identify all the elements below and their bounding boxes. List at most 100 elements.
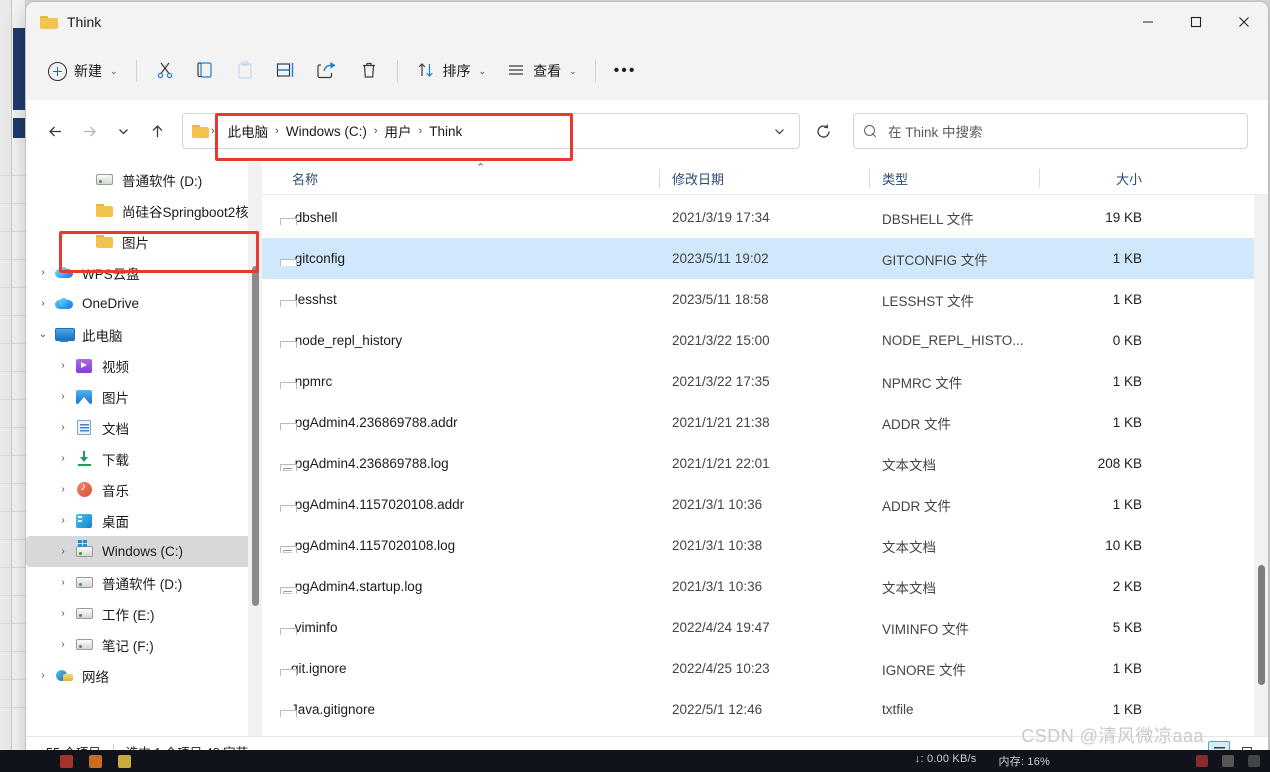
- file-list-scrollbar[interactable]: [1254, 195, 1268, 736]
- minimize-button[interactable]: [1124, 2, 1172, 42]
- sidebar-scrollbar-thumb[interactable]: [252, 266, 259, 606]
- tree-twisty-icon[interactable]: ›: [52, 515, 74, 526]
- table-row[interactable]: .dbshell 2021/3/19 17:34 DBSHELL 文件 19 KB: [262, 197, 1268, 238]
- table-row[interactable]: .lesshst 2023/5/11 18:58 LESSHST 文件 1 KB: [262, 279, 1268, 320]
- new-button[interactable]: 新建 ⌄: [38, 53, 128, 89]
- sidebar-item-15[interactable]: › 笔记 (F:): [26, 629, 256, 660]
- tree-twisty-icon[interactable]: ›: [52, 484, 74, 495]
- table-row[interactable]: .pgAdmin4.1157020108.addr 2021/3/1 10:36 A…: [262, 484, 1268, 525]
- tree-twisty-icon[interactable]: ›: [52, 422, 74, 433]
- sidebar-item-4[interactable]: › OneDrive: [26, 288, 256, 319]
- sidebar-item-6[interactable]: › 视频: [26, 350, 256, 381]
- address-history-chevron-icon[interactable]: [765, 117, 793, 145]
- tree-twisty-icon[interactable]: ›: [52, 391, 74, 402]
- address-bar[interactable]: › 此电脑 › Windows (C:) › 用户 › Think: [182, 113, 800, 149]
- view-button-label: 查看: [533, 63, 562, 79]
- table-row[interactable]: .pgAdmin4.236869788.log 2021/1/21 22:01 文本…: [262, 443, 1268, 484]
- forward-button[interactable]: [72, 114, 106, 148]
- maximize-button[interactable]: [1172, 2, 1220, 42]
- tree-twisty-icon[interactable]: ›: [52, 453, 74, 464]
- tree-twisty-icon[interactable]: ›: [32, 670, 54, 681]
- column-header-1[interactable]: 修改日期: [660, 162, 870, 195]
- videos-icon: [74, 358, 94, 373]
- sidebar-item-label: OneDrive: [82, 296, 140, 311]
- file-size-cell: 2 KB: [1112, 579, 1142, 594]
- sort-ascending-icon: ⌃: [476, 161, 486, 174]
- tray-icon-1[interactable]: [1196, 755, 1208, 767]
- sidebar-item-9[interactable]: › 下载: [26, 443, 256, 474]
- sidebar-item-10[interactable]: › 音乐: [26, 474, 256, 505]
- search-input[interactable]: 在 Think 中搜索: [888, 121, 983, 141]
- sidebar-item-14[interactable]: › 工作 (E:): [26, 598, 256, 629]
- up-button[interactable]: [140, 114, 174, 148]
- sort-button[interactable]: 排序 ⌄: [406, 53, 497, 89]
- sidebar-scrollbar[interactable]: [248, 162, 262, 736]
- tree-twisty-icon[interactable]: ›: [52, 546, 74, 557]
- column-header-0[interactable]: 名称 ⌃: [280, 162, 660, 195]
- column-header-2[interactable]: 类型: [870, 162, 1040, 195]
- file-name-cell: .lesshst: [280, 292, 660, 307]
- sidebar-item-8[interactable]: › 文档: [26, 412, 256, 443]
- table-row[interactable]: .viminfo 2022/4/24 19:47 VIMINFO 文件 5 KB: [262, 607, 1268, 648]
- tray-icon-2[interactable]: [1222, 755, 1234, 767]
- tree-twisty-icon[interactable]: ›: [52, 608, 74, 619]
- table-row[interactable]: git.ignore 2022/4/25 10:23 IGNORE 文件 1 KB: [262, 648, 1268, 689]
- sidebar-item-5[interactable]: ⌄ 此电脑: [26, 319, 256, 350]
- tree-twisty-icon[interactable]: ›: [52, 360, 74, 371]
- tree-twisty-icon[interactable]: ›: [32, 298, 54, 309]
- sidebar-item-12[interactable]: › Windows (C:): [26, 536, 256, 567]
- sidebar-item-0[interactable]: 普通软件 (D:): [26, 164, 256, 195]
- sidebar-item-2[interactable]: 图片: [26, 226, 256, 257]
- table-row[interactable]: .npmrc 2021/3/22 17:35 NPMRC 文件 1 KB: [262, 361, 1268, 402]
- back-button[interactable]: [38, 114, 72, 148]
- file-size-cell: 1 KB: [1112, 374, 1142, 389]
- sidebar-item-11[interactable]: › 桌面: [26, 505, 256, 536]
- search-box[interactable]: 在 Think 中搜索: [853, 113, 1248, 149]
- more-options-button[interactable]: •••: [604, 53, 647, 89]
- cut-button[interactable]: [145, 53, 185, 89]
- file-name-cell: .gitconfig: [280, 251, 660, 266]
- file-list-scrollbar-thumb[interactable]: [1258, 565, 1265, 685]
- table-row[interactable]: .pgAdmin4.startup.log 2021/3/1 10:36 文本文档 2…: [262, 566, 1268, 607]
- sidebar-item-3[interactable]: › WPS云盘: [26, 257, 256, 288]
- file-name-cell: .pgAdmin4.236869788.log: [280, 456, 660, 471]
- tree-twisty-icon[interactable]: ›: [52, 639, 74, 650]
- tree-twisty-icon[interactable]: ›: [52, 577, 74, 588]
- table-row[interactable]: .pgAdmin4.1157020108.log 2021/3/1 10:38 文本…: [262, 525, 1268, 566]
- table-row[interactable]: Java.gitignore 2022/5/1 12:46 txtfile 1 KB: [262, 689, 1268, 730]
- taskbar-icon-1[interactable]: [60, 754, 73, 768]
- copy-button[interactable]: [185, 53, 225, 89]
- paste-button[interactable]: [225, 53, 265, 89]
- sidebar-item-1[interactable]: 尚硅谷Springboot2核心: [26, 195, 256, 226]
- view-button[interactable]: 查看 ⌄: [496, 53, 587, 89]
- close-button[interactable]: [1220, 2, 1268, 42]
- table-row[interactable]: .pgAdmin4.236869788.addr 2021/1/21 21:38 A…: [262, 402, 1268, 443]
- sidebar-item-7[interactable]: › 图片: [26, 381, 256, 412]
- recent-locations-button[interactable]: [106, 114, 140, 148]
- chevron-down-icon: ⌄: [569, 65, 577, 76]
- tree-twisty-icon[interactable]: ›: [32, 267, 54, 278]
- taskbar-icon-3[interactable]: [118, 754, 131, 768]
- table-row[interactable]: .gitconfig 2023/5/11 19:02 GITCONFIG 文件 1 K…: [262, 238, 1268, 279]
- breadcrumb-item-3[interactable]: Think: [424, 122, 467, 141]
- table-row[interactable]: .node_repl_history 2021/3/22 15:00 NODE_RE…: [262, 320, 1268, 361]
- file-type-cell: IGNORE 文件: [882, 662, 967, 678]
- tray-icon-3[interactable]: [1248, 755, 1260, 767]
- breadcrumb-item-0[interactable]: 此电脑: [223, 119, 274, 143]
- delete-button[interactable]: [349, 53, 389, 89]
- copy-icon: [195, 60, 215, 83]
- taskbar-icon-2[interactable]: [89, 754, 102, 768]
- tree-twisty-icon[interactable]: ⌄: [32, 329, 54, 340]
- ellipsis-icon: •••: [613, 62, 637, 79]
- breadcrumb-item-2[interactable]: 用户: [380, 119, 417, 143]
- breadcrumb-separator-1: ›: [373, 125, 378, 137]
- refresh-button[interactable]: [806, 114, 840, 148]
- breadcrumb-item-1[interactable]: Windows (C:): [281, 122, 372, 141]
- file-type-cell: txtfile: [882, 702, 914, 717]
- sidebar-item-13[interactable]: › 普通软件 (D:): [26, 567, 256, 598]
- sidebar-item-16[interactable]: › 网络: [26, 660, 256, 691]
- column-header-3[interactable]: 大小: [1040, 162, 1160, 195]
- sidebar-item-label: 笔记 (F:): [102, 638, 154, 654]
- share-button[interactable]: [307, 53, 349, 89]
- rename-button[interactable]: [265, 53, 307, 89]
